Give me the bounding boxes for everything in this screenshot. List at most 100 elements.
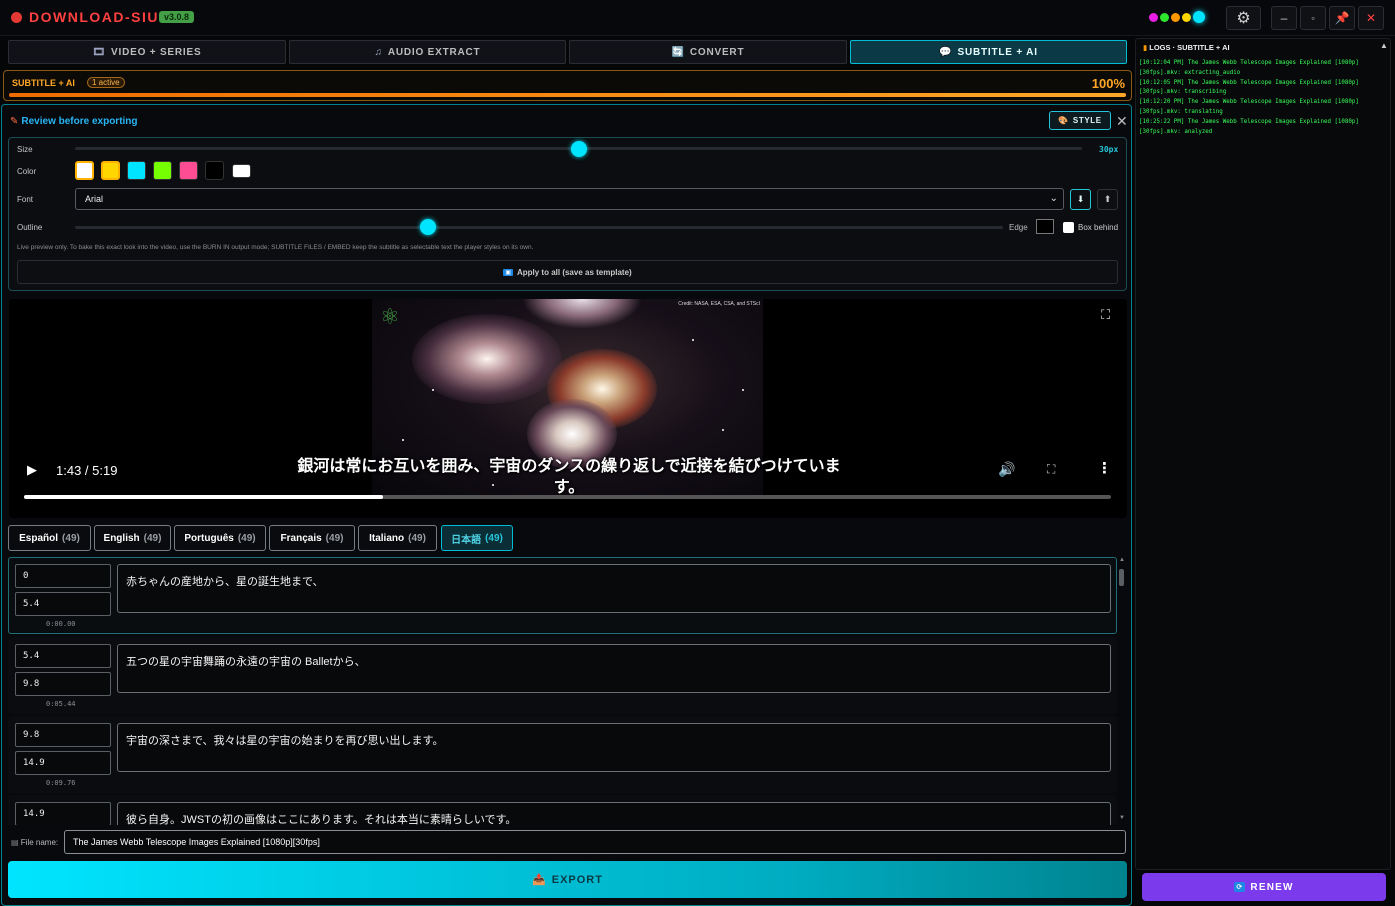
theme-dot-cyan[interactable] (1193, 11, 1205, 23)
progress-title: SUBTITLE + AI (12, 78, 75, 88)
pencil-icon: ✎ (10, 116, 19, 127)
video-time: 1:43 / 5:19 (56, 463, 118, 478)
color-swatch-black[interactable] (205, 161, 224, 180)
close-review-button[interactable]: ✕ (1116, 113, 1128, 130)
segment-scrollbar[interactable]: ▲ ▼ (1118, 557, 1126, 825)
color-picker-custom[interactable] (232, 164, 251, 178)
log-lines: [10:12:04 PM] The James Webb Telescope I… (1139, 59, 1387, 137)
lang-tab-fr[interactable]: Français (49) (269, 525, 355, 551)
segment-row: 14.9 彼ら自身。JWSTの初の画像はここにあります。それは本当に素晴らしいで… (8, 795, 1117, 825)
color-swatch-yellow[interactable] (101, 161, 120, 180)
scroll-thumb[interactable] (1119, 569, 1124, 586)
segment-end-input[interactable]: 5.4 (15, 592, 111, 616)
box-behind-checkbox[interactable] (1063, 222, 1074, 233)
outline-slider-thumb[interactable] (419, 219, 436, 235)
box-behind-label: Box behind (1078, 223, 1119, 232)
lang-tab-ja[interactable]: 日本語 (49) (441, 525, 513, 551)
log-line: [10:12:04 PM] The James Webb Telescope I… (1139, 60, 1359, 76)
segment-text-input[interactable]: 宇宙の深さまで、我々は星の宇宙の始まりを再び思い出します。 (117, 723, 1111, 772)
file-name-input[interactable]: The James Webb Telescope Images Explaine… (64, 830, 1126, 854)
lang-tab-it[interactable]: Italiano (49) (358, 525, 437, 551)
position-bottom-button[interactable]: ⬇ (1070, 189, 1091, 210)
segment-text-input[interactable]: 赤ちゃんの産地から、星の誕生地まで、 (117, 564, 1111, 613)
export-icon: 📤 (532, 874, 547, 886)
tab-convert[interactable]: 🔄 CONVERT (569, 40, 847, 64)
export-button[interactable]: 📤 EXPORT (8, 861, 1127, 898)
segment-start-input[interactable]: 14.9 (15, 802, 111, 825)
subtitle-preview: 銀河は常にお互いを囲み、宇宙のダンスの繰り返しで近接を結びつけています。 (297, 458, 841, 496)
refresh-icon: 🔄 (671, 46, 685, 58)
renew-button[interactable]: ⟳ RENEW (1142, 873, 1386, 901)
pin-button[interactable]: 📌 (1329, 6, 1355, 30)
scroll-down-icon[interactable]: ▼ (1119, 815, 1125, 821)
scroll-up-icon[interactable]: ▲ (1119, 557, 1125, 563)
save-icon: ▣ (503, 268, 513, 276)
arrow-up-icon: ⬆ (1103, 194, 1112, 204)
close-button[interactable]: ✕ (1358, 6, 1384, 30)
settings-button[interactable]: ⚙ (1226, 6, 1261, 30)
tab-label: SUBTITLE + AI (957, 46, 1038, 58)
tab-audio-extract[interactable]: ♫ AUDIO EXTRACT (289, 40, 566, 64)
font-label: Font (17, 195, 34, 204)
lang-tab-es[interactable]: Español (49) (8, 525, 91, 551)
color-swatch-cyan[interactable] (127, 161, 146, 180)
size-slider-thumb[interactable] (570, 141, 587, 157)
fullscreen-icon[interactable]: ⛶ (1101, 307, 1110, 323)
segment-end-input[interactable]: 9.8 (15, 672, 111, 696)
music-note-icon: ♫ (374, 46, 383, 58)
font-select[interactable]: Arial ⌄ (75, 188, 1064, 210)
log-line: [10:12:20 PM] The James Webb Telescope I… (1139, 99, 1359, 115)
outline-slider-track[interactable] (75, 226, 1003, 229)
segment-row: 9.8 14.9 0:09.76 宇宙の深さまで、我々は星の宇宙の始まりを再び思… (8, 716, 1117, 793)
volume-icon[interactable]: 🔊 (998, 461, 1015, 478)
picture-in-picture-icon[interactable]: ⛶ (1047, 462, 1055, 477)
theme-dot-green[interactable] (1160, 12, 1169, 22)
lang-count: (49) (408, 532, 426, 544)
lang-count: (49) (485, 532, 503, 544)
minimize-button[interactable]: – (1271, 6, 1297, 30)
image-credit: Credit: NASA, ESA, CSA, and STScI (678, 301, 760, 307)
lang-name: Português (184, 532, 234, 544)
segment-text-input[interactable]: 五つの星の宇宙舞踊の永遠の宇宙の Balletから、 (117, 644, 1111, 693)
color-swatch-green[interactable] (153, 161, 172, 180)
close-icon: ✕ (1365, 11, 1377, 25)
color-swatch-pink[interactable] (179, 161, 198, 180)
file-name-label: ▤ File name: (11, 838, 58, 847)
app-status-dot (11, 12, 22, 23)
theme-dot-yellow[interactable] (1182, 12, 1191, 22)
font-select-value: Arial (85, 194, 104, 204)
lang-tab-en[interactable]: English (49) (94, 525, 171, 551)
collapse-logs-icon[interactable]: ▲ (1380, 41, 1388, 50)
segment-row: 5.4 9.8 0:05.44 五つの星の宇宙舞踊の永遠の宇宙の Balletか… (8, 637, 1117, 714)
theme-dot-orange[interactable] (1171, 12, 1180, 22)
segment-start-input[interactable]: 5.4 (15, 644, 111, 668)
lang-count: (49) (237, 532, 256, 544)
style-button[interactable]: 🎨 STYLE (1049, 111, 1111, 130)
maximize-icon: ▫ (1311, 13, 1315, 23)
theme-color-picker (1149, 11, 1205, 23)
edge-color-picker[interactable] (1036, 219, 1054, 234)
job-progress-panel: SUBTITLE + AI 1 active 100% (3, 70, 1132, 101)
tab-video-series[interactable]: 🎞 VIDEO + SERIES (8, 40, 286, 64)
more-options-icon[interactable]: ⋮ (1097, 459, 1112, 477)
log-line: [10:25:22 PM] The James Webb Telescope I… (1139, 118, 1359, 135)
segment-text-input[interactable]: 彼ら自身。JWSTの初の画像はここにあります。それは本当に素晴らしいです。 (117, 802, 1111, 825)
video-player[interactable]: ⚛ Credit: NASA, ESA, CSA, and STScI 銀河は常… (9, 299, 1127, 518)
color-swatch-white[interactable] (75, 161, 94, 180)
maximize-button[interactable]: ▫ (1300, 6, 1326, 30)
logs-title: ▮ LOGS · SUBTITLE + AI (1143, 43, 1230, 52)
color-label: Color (17, 167, 37, 176)
arrow-down-icon: ⬇ (1076, 194, 1085, 204)
tab-subtitle-ai[interactable]: 💬 SUBTITLE + AI (850, 40, 1127, 64)
version-badge: v3.0.8 (159, 11, 195, 23)
video-seek-bar[interactable] (24, 495, 1111, 499)
segment-end-input[interactable]: 14.9 (15, 751, 111, 775)
segment-row: 0 5.4 0:00.00 赤ちゃんの産地から、星の誕生地まで、 (8, 557, 1117, 634)
theme-dot-magenta[interactable] (1149, 12, 1158, 22)
segment-start-input[interactable]: 9.8 (15, 723, 111, 747)
lang-tab-pt[interactable]: Português (49) (174, 525, 266, 551)
position-top-button[interactable]: ⬆ (1097, 189, 1118, 210)
segment-start-input[interactable]: 0 (15, 564, 111, 588)
apply-to-all-button[interactable]: ▣ Apply to all (save as template) (17, 260, 1118, 284)
play-icon[interactable]: ▶ (27, 462, 37, 478)
